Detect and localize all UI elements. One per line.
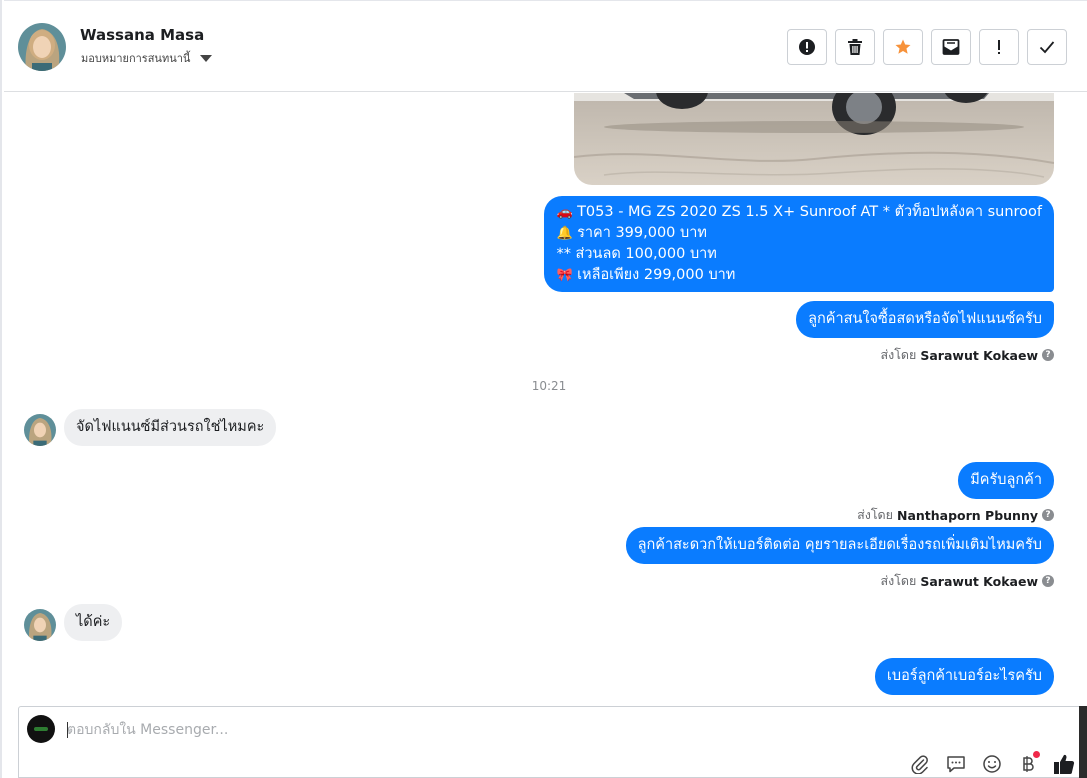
emoji-button[interactable] [981,753,1003,775]
bell-emoji: 🔔 [556,226,573,241]
message-customer-ok[interactable]: ได้ค่ะ [64,604,123,641]
help-icon[interactable]: ? [1042,575,1054,587]
offer-line-1: T053 - MG ZS 2020 ZS 1.5 X+ Sunroof AT *… [577,204,1042,220]
done-button[interactable] [1027,29,1067,65]
report-button[interactable] [787,29,827,65]
payment-button[interactable] [1017,751,1040,775]
saved-replies-button[interactable] [945,753,967,775]
message-text: เบอร์ลูกค้าเบอร์อะไรครับ [886,668,1042,684]
reply-composer [18,706,1087,778]
sent-by-prefix: ส่งโดย [857,507,893,522]
sent-by-label: ส่งโดย Nanthaporn Pbunny ? [857,505,1054,525]
help-icon[interactable]: ? [1042,349,1054,361]
message-text: ลูกค้าสนใจซื้อสดหรือจัดไฟแนนซ์ครับ [808,311,1042,327]
envelope-icon [942,39,960,55]
message-offer[interactable]: 🚗 T053 - MG ZS 2020 ZS 1.5 X+ Sunroof AT… [544,196,1054,292]
conversation-header: Wassana Masa มอบหมายการสนทนานี้ [4,0,1087,92]
chevron-down-icon [200,55,213,62]
message-text: มีครับลูกค้า [970,472,1042,488]
timestamp: 10:21 [531,379,567,393]
smiley-icon [983,755,1001,773]
contact-name[interactable]: Wassana Masa [80,26,204,44]
message-text: ลูกค้าสะดวกให้เบอร์ติดต่อ คุยรายละเอียดเ… [637,537,1042,553]
thumbs-up-icon [1054,754,1075,774]
page-logo [34,727,48,731]
star-icon [895,39,911,54]
ribbon-emoji: 🎀 [556,268,573,283]
check-icon [1039,41,1055,54]
delete-button[interactable] [835,29,875,65]
sender-name: Sarawut Kokaew [920,347,1038,363]
car-emoji: 🚗 [556,205,573,220]
exclamation-icon [998,40,1000,54]
message-ask-payment[interactable]: ลูกค้าสนใจซื้อสดหรือจัดไฟแนนซ์ครับ [796,301,1054,338]
contact-avatar-small[interactable] [24,609,56,641]
star-button[interactable] [883,29,923,65]
message-ask-phone[interactable]: ลูกค้าสะดวกให้เบอร์ติดต่อ คุยรายละเอียดเ… [625,527,1054,564]
spam-button[interactable] [979,29,1019,65]
trash-icon [848,39,862,55]
assign-conversation-dropdown[interactable]: มอบหมายการสนทนานี้ [81,49,213,67]
message-thread: 🚗 T053 - MG ZS 2020 ZS 1.5 X+ Sunroof AT… [4,93,1076,704]
scrollbar[interactable] [1076,92,1087,706]
sender-name: Nanthaporn Pbunny [896,507,1038,523]
message-text: ได้ค่ะ [76,614,111,630]
composer-tools [909,751,1075,775]
page-avatar [27,715,55,743]
contact-avatar[interactable] [18,23,66,71]
help-icon[interactable]: ? [1042,509,1054,521]
reply-input[interactable] [67,719,867,741]
contact-avatar-small[interactable] [24,414,56,446]
sent-by-label: ส่งโดย Sarawut Kokaew ? [880,345,1054,365]
exclamation-circle-icon [799,39,815,55]
sender-name: Sarawut Kokaew [920,573,1038,589]
offer-line-4: เหลือเพียง 299,000 บาท [577,267,736,283]
attach-button[interactable] [909,753,931,775]
header-actions [787,29,1067,65]
conversation-panel: Wassana Masa มอบหมายการสนทนานี้ 🚗 T053 -… [0,0,1087,778]
side-panel-edge [1079,706,1087,778]
chat-bubble-icon [947,756,965,773]
like-button[interactable] [1053,753,1075,775]
message-customer-question[interactable]: จัดไฟแนนซ์มีส่วนรถใช่ไหมคะ [64,409,277,446]
message-text: จัดไฟแนนซ์มีส่วนรถใช่ไหมคะ [76,419,265,435]
notification-dot [1033,751,1040,758]
paperclip-icon [911,755,928,774]
sent-by-prefix: ส่งโดย [880,347,917,362]
sent-by-prefix: ส่งโดย [880,573,917,588]
offer-line-2: ราคา 399,000 บาท [577,225,707,241]
sent-by-label: ส่งโดย Sarawut Kokaew ? [880,571,1054,591]
car-photo[interactable] [574,93,1054,185]
assign-label: มอบหมายการสนทนานี้ [81,52,191,65]
mark-unread-button[interactable] [931,29,971,65]
message-ask-number[interactable]: เบอร์ลูกค้าเบอร์อะไรครับ [874,658,1054,695]
message-answer-yes[interactable]: มีครับลูกค้า [958,462,1054,499]
offer-line-3: ** ส่วนลด 100,000 บาท [556,246,717,262]
